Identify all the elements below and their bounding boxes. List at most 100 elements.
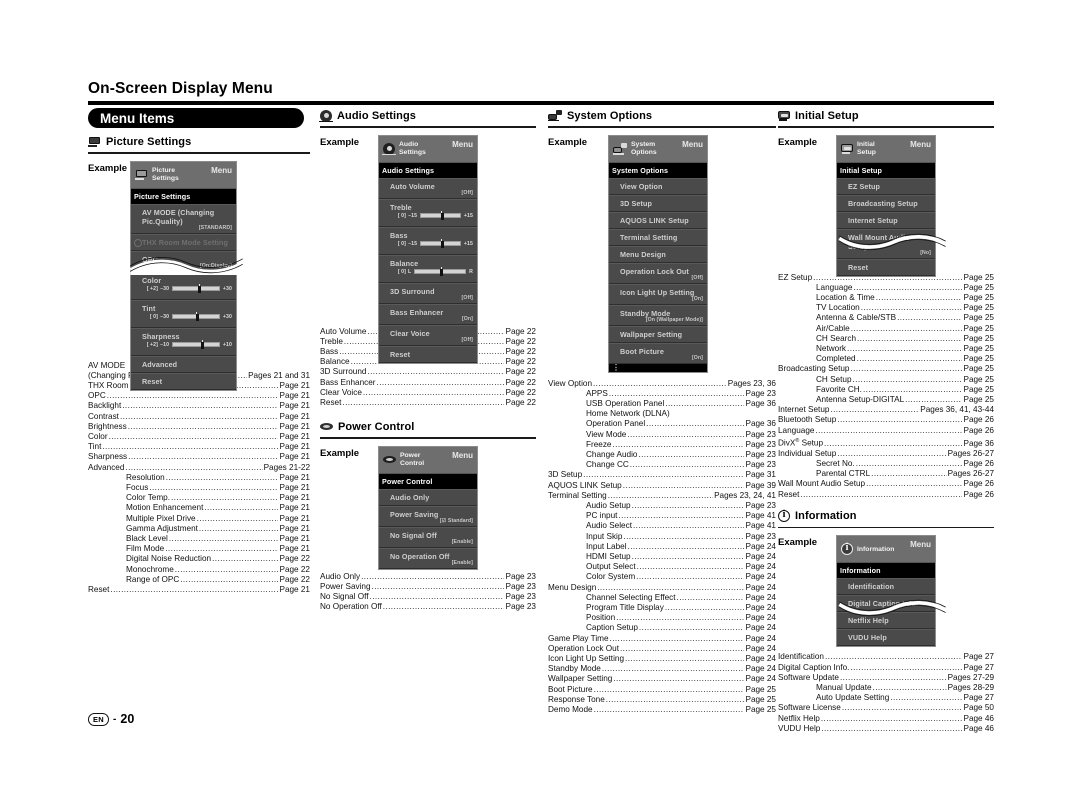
index-entry[interactable]: Resolution..............................…: [88, 473, 310, 483]
osd-row[interactable]: No Operation Off [Enable]: [379, 547, 477, 569]
index-entry[interactable]: Change Audio............................…: [548, 450, 776, 460]
slider-track[interactable]: [172, 283, 220, 294]
slider-control[interactable]: [ 0] L R: [390, 266, 473, 277]
index-entry[interactable]: Game Play Time..........................…: [548, 634, 776, 644]
index-entry[interactable]: USB Operation Panel.....................…: [548, 399, 776, 409]
slider-control[interactable]: [ 0] −30 +30: [142, 311, 232, 322]
index-entry[interactable]: Output Select...........................…: [548, 562, 776, 572]
osd-row[interactable]: AV MODE (Changing Pic.Quality) [STANDARD]: [131, 203, 236, 234]
osd-row[interactable]: Netflix Help: [837, 612, 935, 630]
osd-row[interactable]: Menu Design: [609, 245, 707, 263]
index-entry[interactable]: Operation Lock Out......................…: [548, 644, 776, 654]
index-entry[interactable]: Bluetooth Setup.........................…: [778, 415, 994, 425]
osd-row[interactable]: Broadcasting Setup: [837, 194, 935, 212]
index-entry[interactable]: Terminal Setting........................…: [548, 491, 776, 501]
index-entry[interactable]: Antenna Setup-DIGITAL...................…: [778, 395, 994, 405]
osd-row[interactable]: Terminal Setting: [609, 228, 707, 246]
slider-track[interactable]: [420, 210, 461, 221]
index-entry[interactable]: Film Mode...............................…: [88, 544, 310, 554]
index-entry[interactable]: OPC.....................................…: [88, 391, 310, 401]
osd-row[interactable]: Bass Enhancer [On]: [379, 303, 477, 325]
index-entry[interactable]: View Option.............................…: [548, 379, 776, 389]
index-entry[interactable]: Location & Time.........................…: [778, 293, 994, 303]
index-entry[interactable]: Antenna & Cable/STB.....................…: [778, 313, 994, 323]
index-entry[interactable]: Icon Light Up Setting...................…: [548, 654, 776, 664]
index-entry[interactable]: Standby Mode............................…: [548, 664, 776, 674]
slider-control[interactable]: [ 0] −15 +15: [390, 210, 473, 221]
index-entry[interactable]: Secret No...............................…: [778, 459, 994, 469]
slider-control[interactable]: [ +2] −30 +30: [142, 283, 232, 294]
osd-row[interactable]: VUDU Help: [837, 629, 935, 647]
osd-row[interactable]: 3D Surround [Off]: [379, 282, 477, 304]
index-entry[interactable]: Wall Mount Audio Setup..................…: [778, 479, 994, 489]
osd-row[interactable]: THX Room Mode Setting: [131, 233, 236, 251]
index-entry[interactable]: Software License........................…: [778, 703, 994, 713]
index-entry[interactable]: Air/Cable...............................…: [778, 324, 994, 334]
index-entry[interactable]: Response Tone...........................…: [548, 695, 776, 705]
index-entry[interactable]: Audio Only..............................…: [320, 572, 536, 582]
index-entry[interactable]: Color Temp..............................…: [88, 493, 310, 503]
osd-row[interactable]: 3D Setup: [609, 194, 707, 212]
index-entry[interactable]: Contrast................................…: [88, 412, 310, 422]
osd-row[interactable]: Internet Setup: [837, 211, 935, 229]
osd-row[interactable]: Auto Volume [Off]: [379, 177, 477, 199]
index-entry[interactable]: Reset...................................…: [320, 398, 536, 408]
index-entry[interactable]: Demo Mode...............................…: [548, 705, 776, 715]
index-entry[interactable]: Wallpaper Setting.......................…: [548, 674, 776, 684]
index-entry[interactable]: No Operation Off........................…: [320, 602, 536, 612]
slider-control[interactable]: [ 0] −15 +15: [390, 238, 473, 249]
index-entry[interactable]: Color System............................…: [548, 572, 776, 582]
index-entry[interactable]: 3D Setup................................…: [548, 470, 776, 480]
osd-row[interactable]: Wall Mount Audio Setup [No]: [837, 228, 935, 259]
osd-row[interactable]: Sharpness[ +2] −10 +10: [131, 327, 236, 356]
osd-row[interactable]: Reset: [837, 258, 935, 276]
index-entry[interactable]: Operation Panel.........................…: [548, 419, 776, 429]
index-entry[interactable]: Reset...................................…: [778, 490, 994, 500]
osd-row[interactable]: Advanced: [131, 355, 236, 373]
index-entry[interactable]: Digital Caption Info....................…: [778, 663, 994, 673]
index-entry[interactable]: Focus...................................…: [88, 483, 310, 493]
index-entry[interactable]: Black Level.............................…: [88, 534, 310, 544]
index-entry[interactable]: Freeze..................................…: [548, 440, 776, 450]
osd-row[interactable]: Power Saving [☑ Standard]: [379, 505, 477, 527]
index-entry[interactable]: Input Label.............................…: [548, 542, 776, 552]
osd-row[interactable]: Standby Mode [On (Wallpaper Mode)]: [609, 304, 707, 326]
osd-row[interactable]: No Signal Off [Enable]: [379, 526, 477, 548]
index-entry[interactable]: View Mode...............................…: [548, 430, 776, 440]
index-entry[interactable]: Multiple Pixel Drive....................…: [88, 514, 310, 524]
index-entry[interactable]: Monochrome..............................…: [88, 565, 310, 575]
index-entry[interactable]: Channel Selecting Effect................…: [548, 593, 776, 603]
osd-row[interactable]: Bass[ 0] −15 +15: [379, 226, 477, 255]
index-entry[interactable]: Identification..........................…: [778, 652, 994, 662]
osd-row[interactable]: Balance[ 0] L R: [379, 254, 477, 283]
index-entry[interactable]: APPS....................................…: [548, 389, 776, 399]
index-entry[interactable]: Color...................................…: [88, 432, 310, 442]
index-entry[interactable]: Language................................…: [778, 426, 994, 436]
osd-row[interactable]: View Option: [609, 177, 707, 195]
osd-row[interactable]: OPC [On:Display]: [131, 250, 236, 272]
index-entry[interactable]: Home Network (DLNA).....................…: [548, 409, 776, 419]
index-entry[interactable]: CH Search...............................…: [778, 334, 994, 344]
index-entry[interactable]: Internet Setup..........................…: [778, 405, 994, 415]
slider-track[interactable]: [420, 238, 461, 249]
index-entry[interactable]: Favorite CH.............................…: [778, 385, 994, 395]
osd-row[interactable]: Reset: [379, 345, 477, 363]
index-entry[interactable]: Digital Noise Reduction.................…: [88, 554, 310, 564]
index-entry[interactable]: Menu Design.............................…: [548, 583, 776, 593]
index-entry[interactable]: Advanced................................…: [88, 463, 310, 473]
index-entry[interactable]: Backlight...............................…: [88, 401, 310, 411]
osd-row[interactable]: Reset: [131, 372, 236, 390]
osd-row[interactable]: Clear Voice [Off]: [379, 324, 477, 346]
index-entry[interactable]: PC input................................…: [548, 511, 776, 521]
osd-row[interactable]: AQUOS LINK Setup: [609, 211, 707, 229]
slider-control[interactable]: [ +2] −10 +10: [142, 339, 232, 350]
index-entry[interactable]: Language................................…: [778, 283, 994, 293]
index-entry[interactable]: Position................................…: [548, 613, 776, 623]
index-entry[interactable]: Tint....................................…: [88, 442, 310, 452]
index-entry[interactable]: Software Update.........................…: [778, 673, 994, 683]
slider-track[interactable]: [414, 266, 467, 277]
index-entry[interactable]: Gamma Adjustment........................…: [88, 524, 310, 534]
osd-row[interactable]: Tint[ 0] −30 +30: [131, 299, 236, 328]
osd-row[interactable]: Digital Caption Info.: [837, 595, 935, 613]
index-entry[interactable]: Brightness..............................…: [88, 422, 310, 432]
